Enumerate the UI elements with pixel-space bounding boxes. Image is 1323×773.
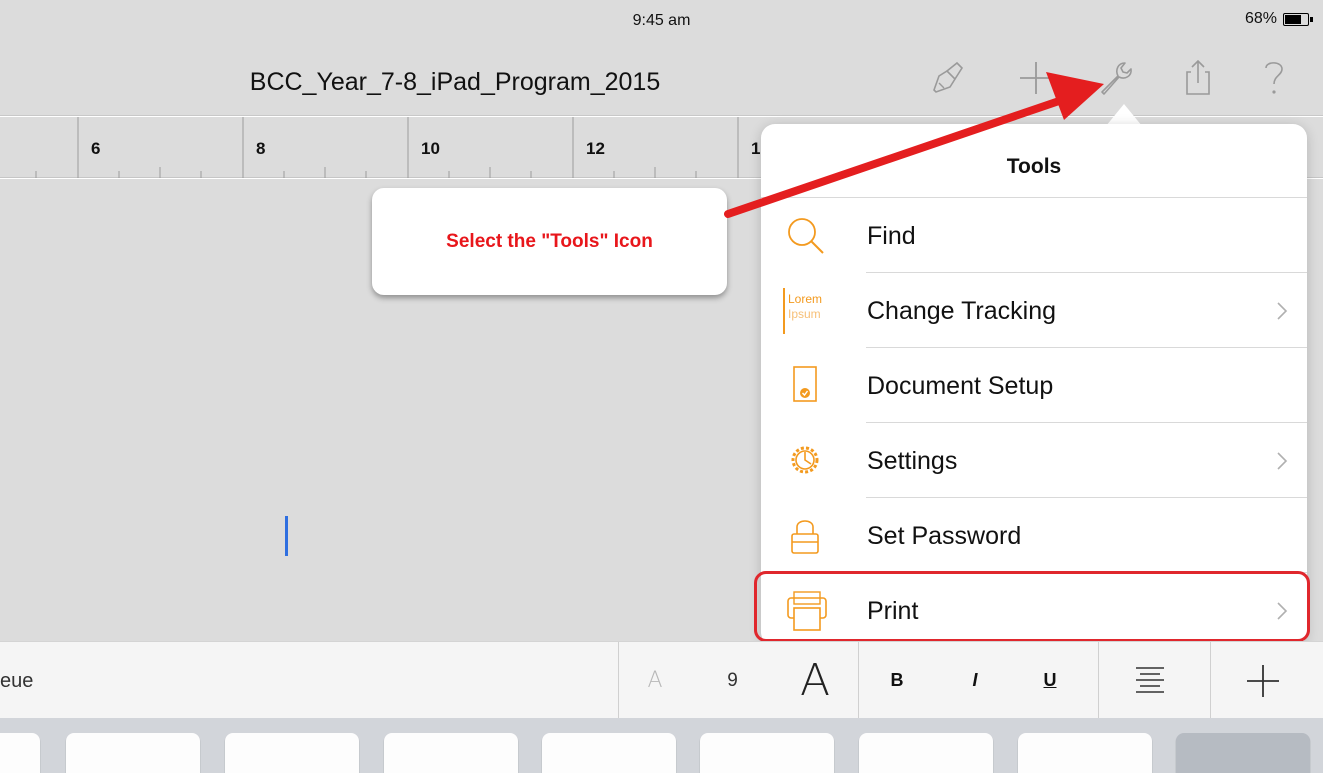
increase-font-button[interactable]: A <box>775 642 855 719</box>
keyboard-key[interactable] <box>859 733 993 773</box>
plus-icon <box>1247 664 1279 697</box>
plus-icon[interactable] <box>1014 56 1058 100</box>
keyboard-key[interactable] <box>0 733 40 773</box>
battery-percent: 68% <box>1244 10 1277 27</box>
keyboard-key[interactable] <box>700 733 834 773</box>
align-center-icon <box>1136 666 1164 693</box>
ruler-label: 6 <box>91 139 101 158</box>
keyboard-key[interactable] <box>542 733 676 773</box>
status-bar: 9:45 am 68% <box>0 0 1323 40</box>
print-highlight-box <box>754 571 1310 642</box>
document-title[interactable]: BCC_Year_7-8_iPad_Program_2015 <box>0 68 910 97</box>
ruler-label: 8 <box>256 139 266 158</box>
search-icon <box>788 218 824 254</box>
insert-button[interactable] <box>1218 642 1308 719</box>
lorem-text: Lorem <box>788 292 823 306</box>
help-icon[interactable] <box>1252 56 1296 100</box>
format-bar: eue A 9 A B I U <box>0 641 1323 719</box>
text-cursor <box>285 516 288 556</box>
chevron-right-icon <box>1277 452 1288 470</box>
align-center-button[interactable] <box>1110 642 1190 719</box>
menu-item-document-setup[interactable]: Document Setup <box>761 348 1307 423</box>
battery-indicator: 68% <box>1244 10 1313 28</box>
bold-button[interactable]: B <box>862 642 932 719</box>
chevron-right-icon <box>1277 302 1288 320</box>
ruler-label: 10 <box>421 139 440 158</box>
menu-item-set-password[interactable]: Set Password <box>761 498 1307 573</box>
popover-title: Tools <box>761 124 1307 198</box>
tools-popover: Tools Find Lorem Ipsum Change Tracking D… <box>761 124 1307 646</box>
keyboard-key[interactable] <box>225 733 359 773</box>
underline-button[interactable]: U <box>1015 642 1085 719</box>
menu-item-settings[interactable]: Settings <box>761 423 1307 498</box>
keyboard-key[interactable] <box>66 733 200 773</box>
ipsum-text: Ipsum <box>788 307 821 321</box>
font-size-value[interactable]: 9 <box>705 642 760 719</box>
keyboard-key[interactable] <box>384 733 518 773</box>
document-setup-icon <box>793 366 817 402</box>
gear-icon <box>791 446 819 474</box>
menu-item-label: Change Tracking <box>867 297 1057 325</box>
menu-item-label: Find <box>867 222 916 250</box>
paintbrush-icon[interactable] <box>925 56 969 100</box>
share-icon[interactable] <box>1176 56 1220 100</box>
font-name-button[interactable]: eue <box>0 670 33 693</box>
instruction-callout: Select the "Tools" Icon <box>372 188 727 295</box>
battery-icon <box>1283 12 1313 26</box>
menu-item-find[interactable]: Find <box>761 198 1307 273</box>
callout-text: Select the "Tools" Icon <box>446 230 653 252</box>
decrease-font-button[interactable]: A <box>625 642 685 719</box>
popover-arrow <box>1106 104 1142 126</box>
lock-icon <box>791 520 819 554</box>
ruler-label: 12 <box>586 139 605 158</box>
status-time: 9:45 am <box>632 12 691 29</box>
menu-item-label: Document Setup <box>867 372 1054 400</box>
keyboard <box>0 718 1323 773</box>
italic-button[interactable]: I <box>940 642 1010 719</box>
ruler-label: 1 <box>751 139 761 158</box>
lorem-ipsum-icon: Lorem Ipsum <box>783 288 829 334</box>
keyboard-key-backspace[interactable] <box>1176 733 1310 773</box>
keyboard-key[interactable] <box>1018 733 1152 773</box>
menu-item-label: Set Password <box>867 522 1022 550</box>
menu-item-change-tracking[interactable]: Lorem Ipsum Change Tracking <box>761 273 1307 348</box>
wrench-icon[interactable] <box>1094 56 1138 100</box>
menu-item-label: Settings <box>867 447 958 475</box>
